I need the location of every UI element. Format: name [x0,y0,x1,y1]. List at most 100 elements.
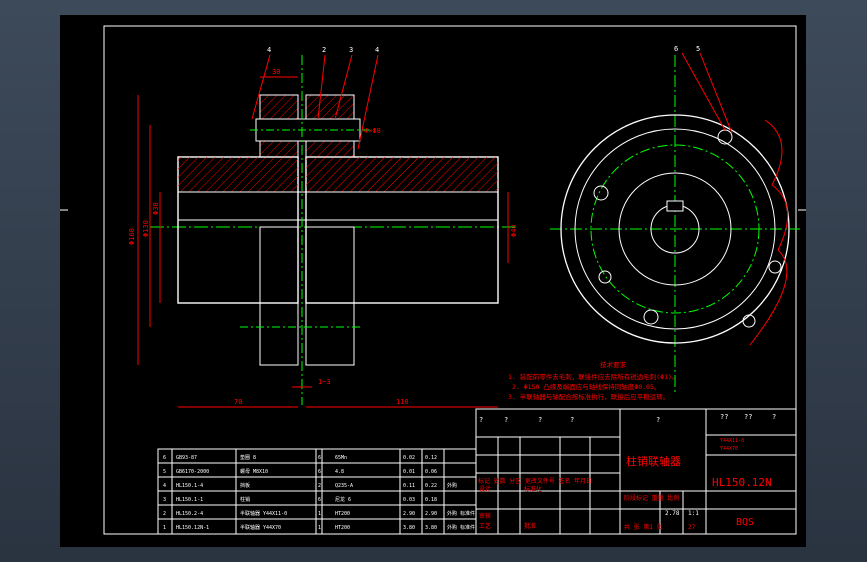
balloon-part-4b: 4 [375,46,379,54]
bom-cell-material: HT200 [335,525,350,531]
bom-cell-total: 0.12 [425,455,437,461]
bom-cell-total: 2.90 [425,511,437,517]
drawing-sheet: Φ160 Φ130 Φ38 Φ40 70 110 30 1~3 4×Φ8 4 2… [60,15,806,547]
cad-viewport[interactable]: Φ160 Φ130 Φ38 Φ40 70 110 30 1~3 4×Φ8 4 2… [0,0,867,562]
dim-text-left-width: 70 [234,398,242,406]
dim-text-right-width: 110 [396,398,409,406]
label-check: 审核 [479,512,491,520]
sheet-number: 27 [688,524,696,531]
dim-text-gap: 1~3 [318,378,331,386]
hatch-right-upper [306,157,498,192]
drawing-name: 柱销联轴器 [626,454,681,468]
bom-cell-qty: 6 [318,455,321,461]
bom-cell-unit: 0.02 [403,455,415,461]
hatch-left-upper [178,157,298,192]
tb-qmark-8: ? [772,413,776,421]
bom-cell-name: 半联轴器 Y44X11-0 [240,510,287,517]
bom-cell-no: 2 [163,511,166,517]
bom-cell-name: 螺母 M8X10 [240,468,268,475]
tb-qmark-7: ?? [744,413,752,421]
title-block-labels: 标记 处数 分区 更改文件号 签名 年月日 设计 标准化 审核 工艺 批准 阶段… [478,477,699,531]
right-flange-lower [305,226,355,366]
bom-cell-code: HL150.12N-1 [176,525,209,531]
balloon-part-6: 6 [674,45,678,53]
bom-table: 6 GB93-87 垫圈 8 6 65Mn 0.02 0.12 5 GB6170-2000 螺母 … [157,448,477,535]
balloon-part-3: 3 [349,46,353,54]
tech-requirements: 技术要求 1. 装配前零件去毛刺，联接件应去除所有锐边毛刺(Φ1)。 2. Φ1… [508,360,678,401]
pin-hole-3 [643,309,659,325]
bom-cell-no: 5 [163,469,166,475]
dim-text-top-width: 30 [272,68,280,76]
break-line [749,119,789,346]
bom-cell-unit: 2.90 [403,511,415,517]
school-name: BQS [736,517,754,528]
scale-value: 1:1 [688,510,699,517]
tech-req-line-3: 3. 半联轴器与轴配合按标准执行，联接后应平稳运转。 [508,392,669,401]
side-end-view: 6 5 [550,45,800,395]
bom-cell-name: 半联轴器 Y44X70 [240,524,281,531]
bom-cell-material: 尼龙 6 [335,496,351,503]
bom-cell-no: 4 [163,483,166,489]
bom-cell-total: 3.80 [425,525,437,531]
rev-header: 标记 处数 分区 更改文件号 签名 年月日 [478,477,592,485]
bom-cell-unit: 0.03 [403,497,415,503]
pin-hole-2 [593,185,609,201]
bom-cell-qty: 6 [318,469,321,475]
bom-cell-name: 挡板 [240,482,250,489]
bom-cell-unit: 0.01 [403,469,415,475]
tech-req-title: 技术要求 [600,360,627,369]
balloon-part-4a: 4 [267,46,271,54]
bom-cell-no: 3 [163,497,166,503]
bom-cell-qty: 1 [318,511,321,517]
tb-qmark-6: ?? [720,413,728,421]
bom-cell-code: HL150.2-4 [176,511,203,517]
bom-cell-unit: 3.80 [403,525,415,531]
tech-req-line-1: 1. 装配前零件去毛刺，联接件应去除所有锐边毛刺(Φ1)。 [508,372,678,381]
bom-cell-total: 0.18 [425,497,437,503]
bom-cell-total: 0.06 [425,469,437,475]
bom-cell-no: 1 [163,525,166,531]
keyway [666,200,684,212]
bom-cell-material: 4.8 [335,469,344,475]
bom-cell-total: 0.22 [425,483,437,489]
tb-qmark-4: ? [570,416,574,424]
bom-cell-qty: 6 [318,497,321,503]
bom-cell-material: 65Mn [335,455,347,461]
inner-frame [103,25,797,535]
pin-hole-6 [598,270,612,284]
bom-cell-material: Q235-A [335,483,353,489]
tb-qmark-1: ? [479,416,483,424]
label-designer: 设计 [479,485,491,493]
bom-cell-note: 外购 [447,482,457,489]
pin-hole-4 [768,260,782,274]
balloon-part-2: 2 [322,46,326,54]
bom-cell-name: 柱销 [240,496,250,503]
left-flange-lower [259,226,299,366]
tb-qmark-3: ? [538,416,542,424]
bom-cell-qty: 2 [318,483,321,489]
bom-cell-code: GB6170-2000 [176,469,209,475]
label-approve: 批准 [524,522,536,530]
label-standardize: 标准化 [524,485,542,493]
tb-qmark-5: ? [656,416,660,424]
title-block [475,408,797,535]
spec-line-1: Y44X11-0 [720,438,744,444]
label-process: 工艺 [479,522,491,530]
dim-text-d1: Φ160 [128,228,136,245]
dim-text-d4: Φ40 [510,224,518,237]
drawing-number: HL150.12N [712,476,772,489]
weight-value: 2.78 [665,510,680,517]
tb-qmark-2: ? [504,416,508,424]
title-block-text: ? ? ? ? ? ?? ?? ? [479,413,776,424]
sheets-text: 共 张 第1 张 [624,523,662,531]
bom-cell-material: HT200 [335,511,350,517]
pin-hole-5 [742,314,756,328]
dim-text-d3: Φ38 [152,202,160,215]
stage-header: 阶段标记 重量 比例 [624,494,679,502]
bom-cell-code: GB93-87 [176,455,197,461]
front-section-view: Φ160 Φ130 Φ38 Φ40 70 110 30 1~3 4×Φ8 4 2… [128,46,518,408]
bom-cell-note: 外购 标准件 [447,510,475,517]
bom-cell-unit: 0.11 [403,483,415,489]
drawing-canvas: Φ160 Φ130 Φ38 Φ40 70 110 30 1~3 4×Φ8 4 2… [60,25,806,535]
bom-cell-name: 垫圈 8 [240,454,256,461]
